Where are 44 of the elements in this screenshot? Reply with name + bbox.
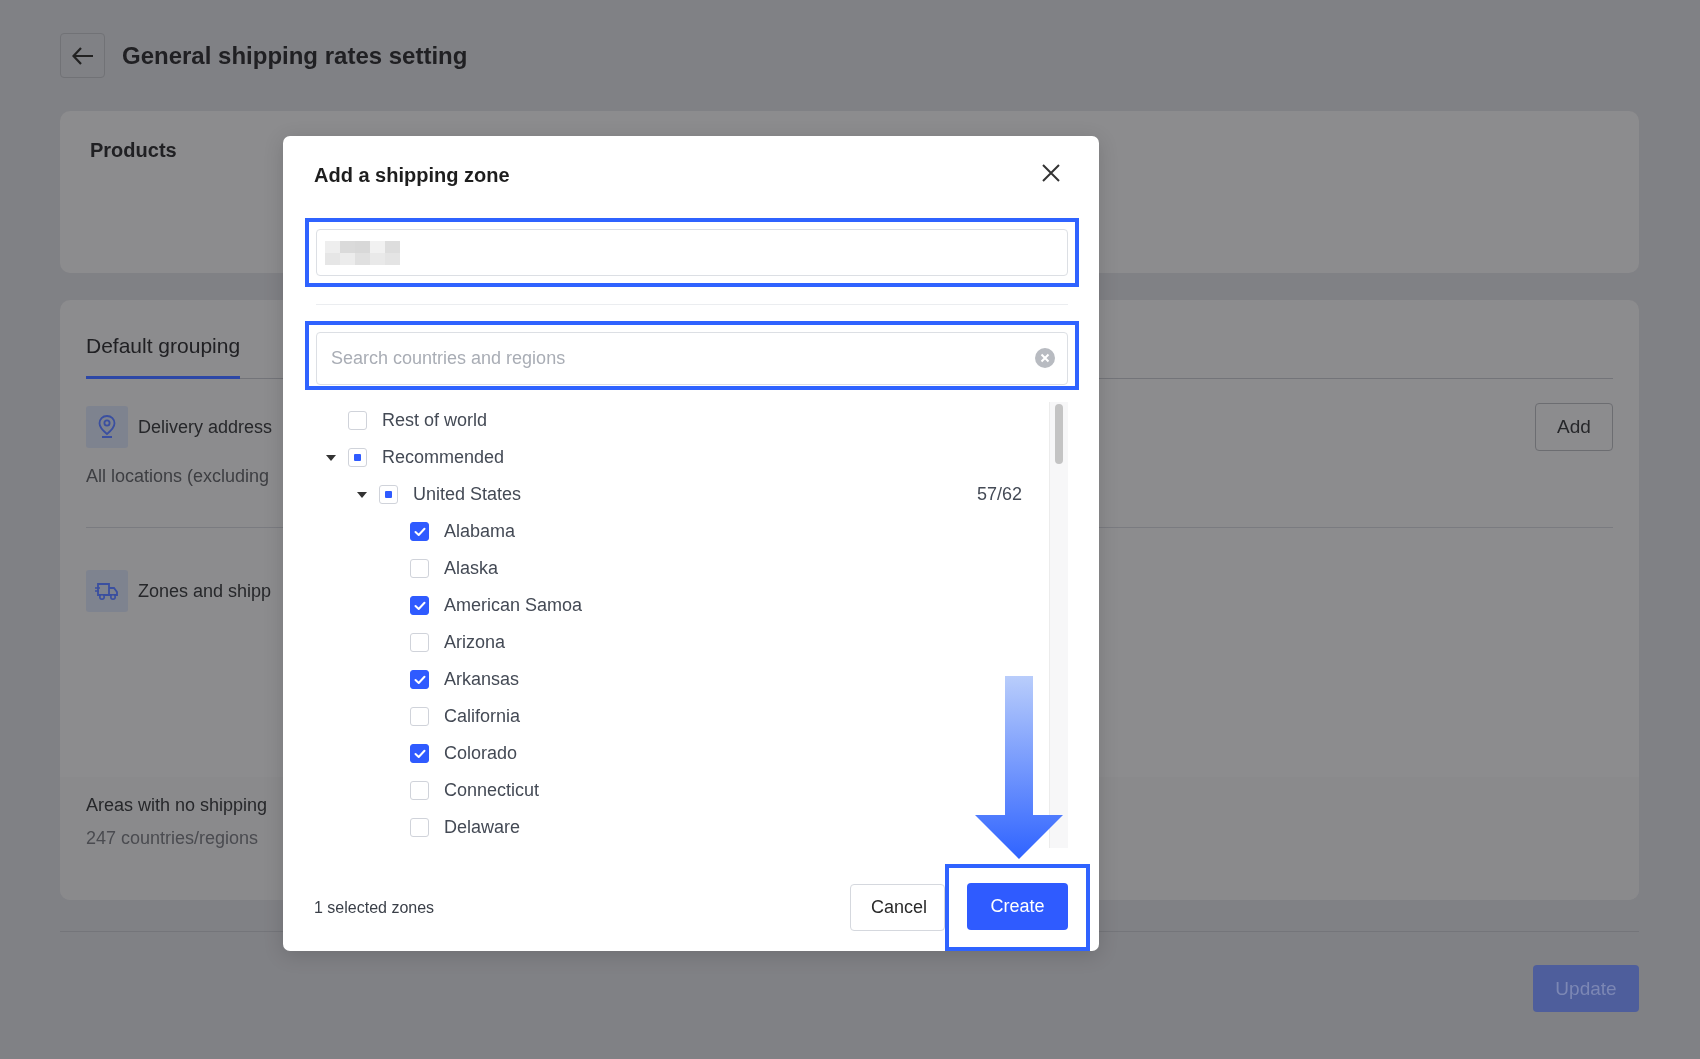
check-icon [413,674,426,685]
locations-text: All locations (excluding [86,466,270,487]
section-label: Areas with no shipping [86,795,268,816]
section-label: Delivery address [138,416,273,438]
tree-item-label[interactable]: American Samoa [444,595,583,616]
tree-item-label[interactable]: Connecticut [444,780,540,801]
caret-icon[interactable] [357,491,367,498]
tree-item-label[interactable]: California [444,706,521,727]
tree-item-label[interactable]: Arkansas [444,669,520,690]
dialog-title: Add a shipping zone [314,163,510,187]
zone-name-field[interactable] [316,229,1068,276]
section-label: Zones and shipp [138,580,272,602]
tree-item-label[interactable]: Alabama [444,521,516,542]
tree-item-label[interactable]: Rest of world [382,410,488,431]
location-pin-icon [86,406,128,448]
back-arrow-icon [71,46,94,65]
close-icon[interactable] [1041,163,1061,183]
tree-item-label[interactable]: Alaska [444,558,499,579]
checkbox[interactable] [410,744,429,763]
checkbox[interactable] [410,670,429,689]
check-icon [413,526,426,537]
tree-item-label[interactable]: Recommended [382,447,505,468]
selection-summary: 1 selected zones [314,898,435,917]
selection-count: 57/62 [976,484,1022,505]
search-field[interactable]: Search countries and regions [316,332,1068,385]
card-title: Products [90,139,178,162]
back-button[interactable] [60,33,105,78]
scrollbar-thumb[interactable] [1055,404,1063,464]
tree-item-label[interactable]: United States [413,484,522,505]
caret-icon[interactable] [326,454,336,461]
page-title: General shipping rates setting [122,41,468,70]
check-icon [413,748,426,759]
tree-item-label[interactable]: Colorado [444,743,518,764]
tree-item-label[interactable]: Arizona [444,632,506,653]
region-count: 247 countries/regions [86,828,259,849]
checkbox[interactable] [410,522,429,541]
checkbox[interactable] [410,596,429,615]
tree-item-label[interactable]: Delaware [444,817,521,838]
tab[interactable]: Default grouping [86,333,241,379]
cancel-button[interactable]: Cancel [850,884,945,931]
add-button[interactable]: Add [1535,403,1613,451]
check-icon [413,600,426,611]
create-button[interactable]: Create [967,883,1068,930]
truck-icon [86,570,128,612]
